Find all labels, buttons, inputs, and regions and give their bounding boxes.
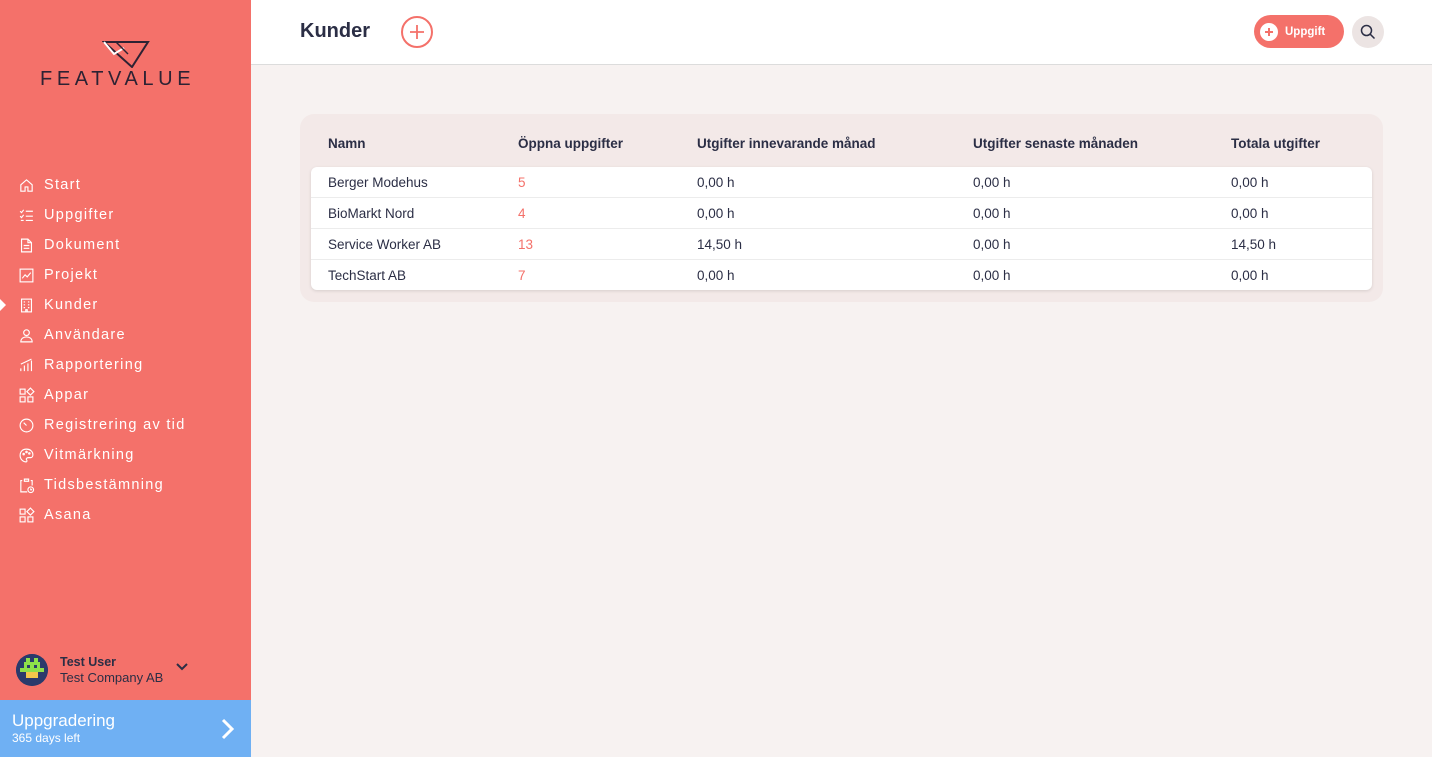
column-header-open-tasks[interactable]: Öppna uppgifter [518, 136, 623, 151]
sidebar-item-label: Start [44, 177, 82, 193]
cell-last-month: 0,00 h [973, 206, 1011, 221]
cell-last-month: 0,00 h [973, 175, 1011, 190]
timer-icon [17, 416, 35, 434]
table-row[interactable]: BioMarkt Nord 4 0,00 h 0,00 h 0,00 h [311, 198, 1372, 229]
upgrade-days-left: 365 days left [12, 731, 81, 745]
cell-open-tasks[interactable]: 4 [518, 206, 526, 221]
sidebar-item-label: Asana [44, 507, 92, 523]
cell-name: BioMarkt Nord [328, 206, 415, 221]
add-task-label: Uppgift [1285, 25, 1326, 38]
apps-icon [17, 386, 35, 404]
cell-current-month: 0,00 h [697, 175, 735, 190]
table-body: Berger Modehus 5 0,00 h 0,00 h 0,00 h Bi… [311, 167, 1372, 290]
search-button[interactable] [1352, 16, 1384, 48]
plus-icon [410, 25, 424, 39]
avatar [16, 654, 48, 686]
cell-total: 0,00 h [1231, 206, 1269, 221]
sidebar-item-label: Registrering av tid [44, 417, 186, 433]
cell-name: Service Worker AB [328, 237, 442, 252]
sidebar-item-rapportering[interactable]: Rapportering [0, 350, 251, 380]
cell-last-month: 0,00 h [973, 268, 1011, 283]
sidebar-item-appar[interactable]: Appar [0, 380, 251, 410]
sidebar-item-label: Tidsbestämning [44, 477, 165, 493]
cell-total: 0,00 h [1231, 175, 1269, 190]
apps-icon [17, 506, 35, 524]
upgrade-banner[interactable]: Uppgradering 365 days left [0, 700, 251, 757]
palette-icon [17, 446, 35, 464]
sidebar-item-label: Vitmärkning [44, 447, 135, 463]
user-name: Test User [60, 655, 117, 669]
table-row[interactable]: Berger Modehus 5 0,00 h 0,00 h 0,00 h [311, 167, 1372, 198]
sidebar-item-label: Användare [44, 327, 126, 343]
upgrade-title: Uppgradering [12, 711, 116, 730]
cell-name: Berger Modehus [328, 175, 428, 190]
sidebar-item-kunder[interactable]: Kunder [0, 290, 251, 320]
sidebar-item-vitmarkning[interactable]: Vitmärkning [0, 440, 251, 470]
chart-icon [17, 266, 35, 284]
checklist-icon [17, 206, 35, 224]
sidebar-item-label: Rapportering [44, 357, 144, 373]
bars-icon [17, 356, 35, 374]
chevron-down-icon[interactable] [176, 662, 188, 672]
table-header: Namn Öppna uppgifter Utgifter innevarand… [300, 114, 1383, 166]
user-company: Test Company AB [60, 670, 164, 685]
sidebar-nav: Start Uppgifter Dokument Projekt Kunder [0, 170, 251, 530]
sidebar-item-label: Uppgifter [44, 207, 115, 223]
sidebar-item-asana[interactable]: Asana [0, 500, 251, 530]
column-header-total[interactable]: Totala utgifter [1231, 136, 1320, 151]
cell-open-tasks[interactable]: 7 [518, 268, 526, 283]
sidebar-item-anvandare[interactable]: Användare [0, 320, 251, 350]
cell-open-tasks[interactable]: 13 [518, 237, 533, 252]
column-header-current-month[interactable]: Utgifter innevarande månad [697, 136, 876, 151]
sidebar: FEATVALUE Start Uppgifter Dokument Proje… [0, 0, 251, 757]
search-icon [1360, 24, 1376, 40]
clipboard-clock-icon [17, 476, 35, 494]
building-icon [17, 296, 35, 314]
sidebar-item-label: Projekt [44, 267, 99, 283]
chevron-right-icon [221, 718, 235, 740]
add-customer-button[interactable] [401, 16, 433, 48]
sidebar-item-uppgifter[interactable]: Uppgifter [0, 200, 251, 230]
add-task-button[interactable]: Uppgift [1254, 15, 1344, 48]
user-icon [17, 326, 35, 344]
cell-current-month: 0,00 h [697, 206, 735, 221]
logo-text: FEATVALUE [40, 68, 196, 90]
table-row[interactable]: Service Worker AB 13 14,50 h 0,00 h 14,5… [311, 229, 1372, 260]
customers-table: Namn Öppna uppgifter Utgifter innevarand… [300, 114, 1383, 302]
sidebar-item-registrering-av-tid[interactable]: Registrering av tid [0, 410, 251, 440]
cell-open-tasks[interactable]: 5 [518, 175, 526, 190]
sidebar-item-projekt[interactable]: Projekt [0, 260, 251, 290]
top-header: Kunder Uppgift [251, 0, 1432, 65]
logo-mark-icon [102, 41, 150, 68]
sidebar-item-dokument[interactable]: Dokument [0, 230, 251, 260]
featvalue-logo[interactable]: FEATVALUE [40, 40, 215, 92]
table-row[interactable]: TechStart AB 7 0,00 h 0,00 h 0,00 h [311, 260, 1372, 291]
cell-name: TechStart AB [328, 268, 407, 283]
page-title: Kunder [300, 20, 370, 42]
column-header-last-month[interactable]: Utgifter senaste månaden [973, 136, 1138, 151]
cell-total: 14,50 h [1231, 237, 1277, 252]
plus-icon [1260, 22, 1278, 41]
cell-current-month: 14,50 h [697, 237, 743, 252]
cell-total: 0,00 h [1231, 268, 1269, 283]
column-header-name[interactable]: Namn [328, 136, 366, 151]
document-icon [17, 236, 35, 254]
sidebar-item-tidsbestamning[interactable]: Tidsbestämning [0, 470, 251, 500]
cell-current-month: 0,00 h [697, 268, 735, 283]
sidebar-item-label: Kunder [44, 297, 99, 313]
user-menu[interactable]: Test User Test Company AB [16, 652, 236, 688]
sidebar-item-label: Dokument [44, 237, 121, 253]
sidebar-item-start[interactable]: Start [0, 170, 251, 200]
cell-last-month: 0,00 h [973, 237, 1011, 252]
sidebar-item-label: Appar [44, 387, 90, 403]
home-icon [17, 176, 35, 194]
